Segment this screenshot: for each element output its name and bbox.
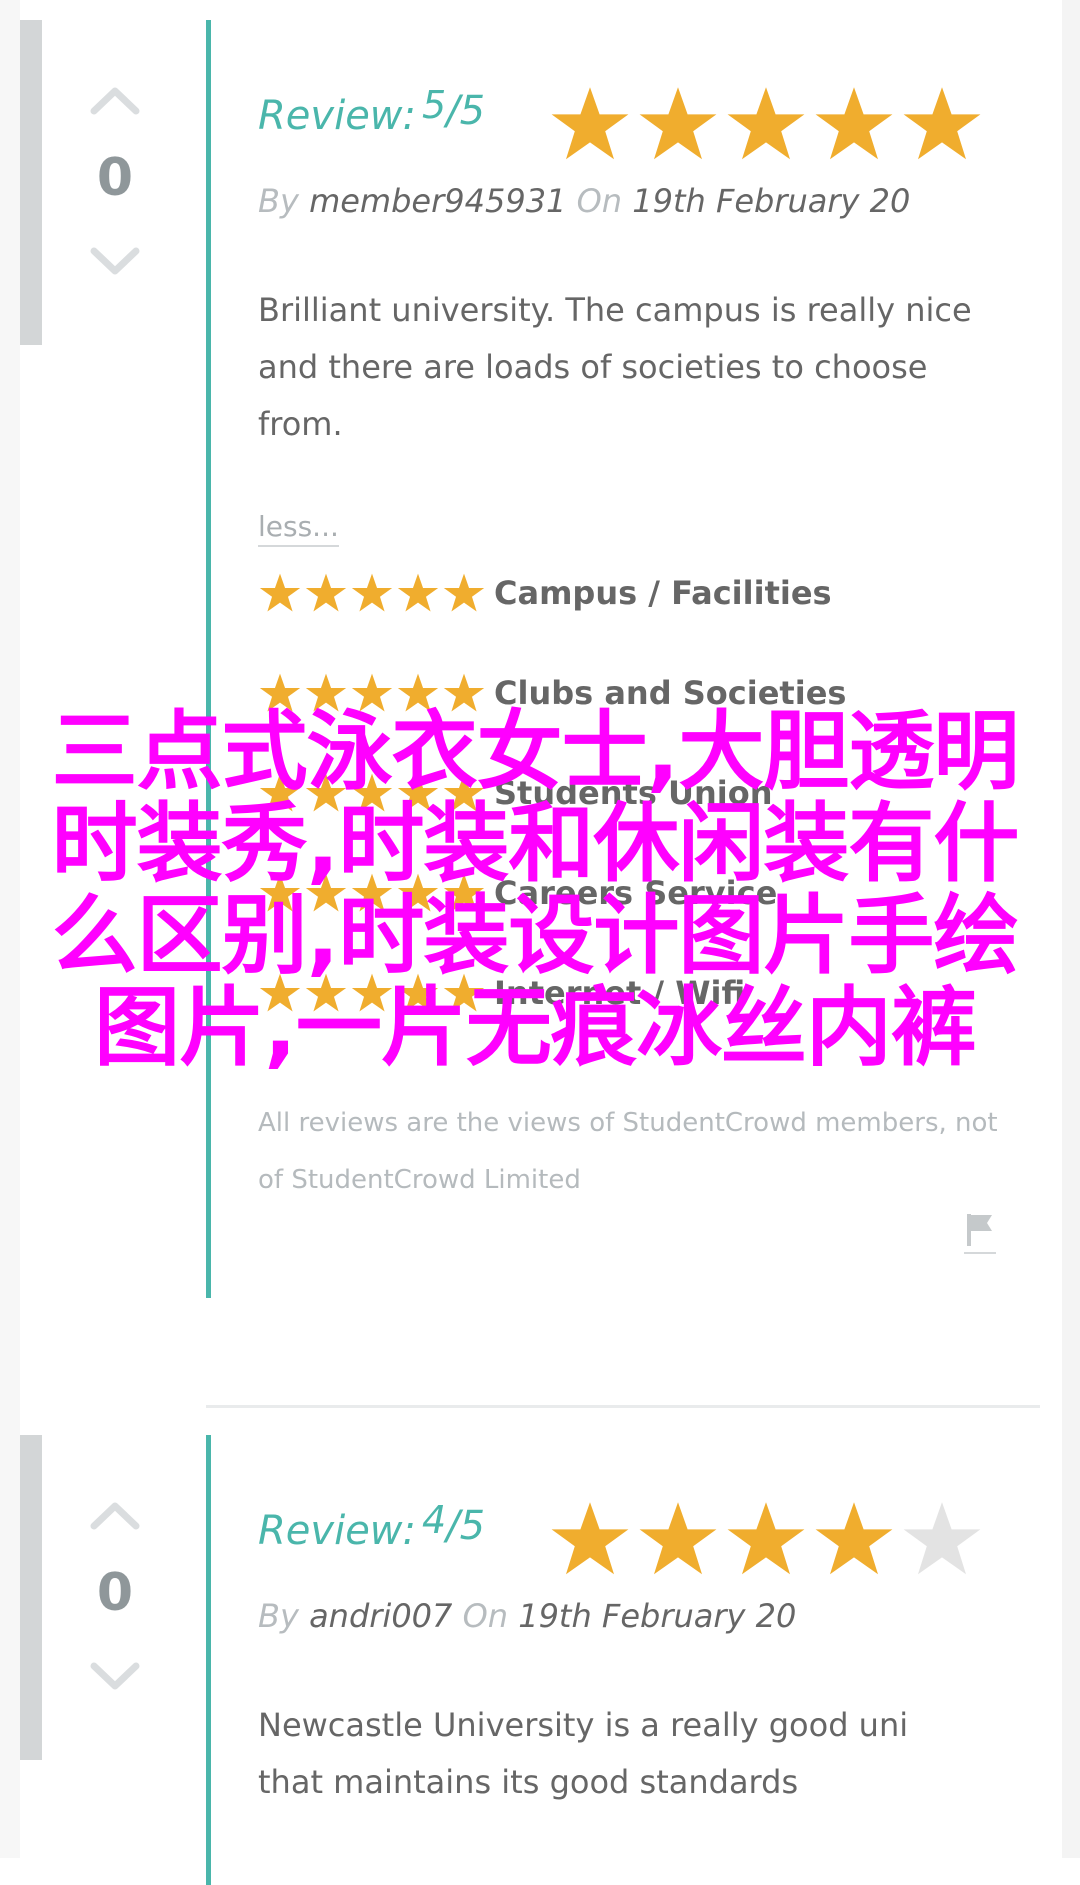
- star-icon: [305, 573, 347, 612]
- on-label: On: [576, 182, 623, 220]
- vote-bar: [20, 1435, 42, 1760]
- flag-icon: [967, 1214, 992, 1246]
- chevron-down-icon: [90, 247, 140, 275]
- review-score-max: /5: [446, 88, 486, 134]
- review-author[interactable]: member945931: [309, 182, 566, 220]
- overall-rating-stars: [548, 1499, 984, 1579]
- star-icon: [639, 1502, 717, 1575]
- review-score-value: 5: [422, 83, 447, 127]
- page-right-margin: [1062, 0, 1080, 1858]
- overall-rating-stars: [548, 84, 984, 164]
- star-icon: [727, 87, 805, 160]
- review-byline: By member945931 On 19th February 20: [258, 182, 910, 220]
- reviews-disclaimer: All reviews are the views of StudentCrow…: [258, 1108, 998, 1195]
- on-label: On: [462, 1597, 509, 1635]
- category-name: Campus / Facilities: [494, 574, 832, 612]
- upvote-button[interactable]: [90, 85, 140, 115]
- review-heading: Review: 4/5: [258, 1483, 1028, 1575]
- chevron-down-icon: [90, 1662, 140, 1690]
- star-icon: [443, 573, 485, 612]
- review-score: 4/5: [422, 1498, 486, 1549]
- downvote-button[interactable]: [90, 247, 140, 277]
- star-icon: [815, 87, 893, 160]
- star-icon: [551, 1502, 629, 1575]
- star-icon: [397, 573, 439, 612]
- star-icon: [351, 573, 393, 612]
- vote-count: 0: [96, 1563, 134, 1623]
- review-author[interactable]: andri007: [309, 1597, 452, 1635]
- review-body: Brilliant university. The campus is real…: [258, 291, 972, 443]
- less-link[interactable]: less...: [258, 510, 339, 547]
- review-divider: [206, 1405, 1040, 1408]
- review-date: 19th February 20: [632, 182, 911, 220]
- review-label: Review:: [258, 1508, 416, 1554]
- star-icon: [727, 1502, 805, 1575]
- category-stars: [258, 572, 486, 614]
- chevron-up-icon: [90, 1502, 140, 1530]
- by-label: By: [258, 1597, 299, 1635]
- category-rating-row: Campus / Facilities: [258, 570, 1028, 670]
- vote-count: 0: [96, 148, 134, 208]
- star-icon: [259, 573, 301, 612]
- review-accent-line: [206, 1435, 211, 1885]
- vote-bar: [20, 20, 42, 345]
- star-icon: [815, 1502, 893, 1575]
- star-icon: [639, 87, 717, 160]
- star-icon: [551, 87, 629, 160]
- chevron-up-icon: [90, 87, 140, 115]
- flag-underline: [964, 1252, 996, 1254]
- star-icon: [903, 1502, 981, 1575]
- review-date: 19th February 20: [518, 1597, 797, 1635]
- review-heading: Review: 5/5: [258, 68, 1028, 160]
- overlay-spam-text: 三点式泳衣女士,大胆透明时装秀,时装和休闲装有什么区别,时装设计图片手绘图片,一…: [51, 702, 1020, 1078]
- review-score: 5/5: [422, 83, 486, 134]
- upvote-button[interactable]: [90, 1500, 140, 1530]
- review-accent-line: [206, 20, 211, 1298]
- review-label: Review:: [258, 93, 416, 139]
- star-icon: [903, 87, 981, 160]
- review-byline: By andri007 On 19th February 20: [258, 1597, 796, 1635]
- by-label: By: [258, 182, 299, 220]
- review-score-value: 4: [422, 1498, 447, 1542]
- review-card: 0 Review: 4/5 By andri007 On 19th Februa…: [0, 1435, 1062, 1885]
- report-flag-button[interactable]: [964, 1210, 996, 1254]
- downvote-button[interactable]: [90, 1662, 140, 1692]
- review-score-max: /5: [446, 1503, 486, 1549]
- review-body: Newcastle University is a really good un…: [258, 1706, 909, 1801]
